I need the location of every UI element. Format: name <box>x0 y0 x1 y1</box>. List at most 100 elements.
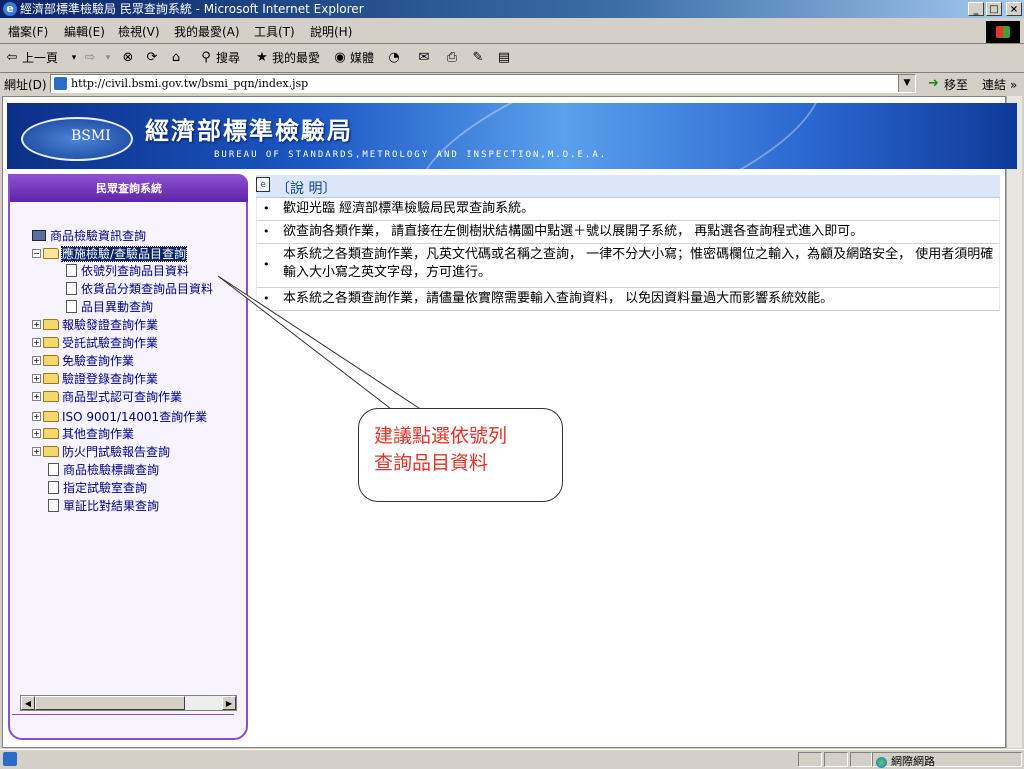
refresh-icon[interactable]: ⟳ <box>144 50 160 66</box>
tree-item-query-by-category[interactable]: 依貨品分類查詢品目資料 <box>66 280 213 297</box>
print-icon[interactable]: ⎙ <box>444 50 460 66</box>
folder-icon <box>43 428 59 439</box>
tree-item-label: 應施檢驗/查驗品目查詢 <box>60 246 188 262</box>
scroll-left-icon[interactable]: ◀ <box>21 696 35 710</box>
tree-horizontal-scrollbar[interactable]: ◀ ▶ <box>20 695 237 711</box>
address-url[interactable]: http://civil.bsmi.gov.tw/bsmi_pqn/index.… <box>71 77 308 90</box>
callout-box: 建議點選依號列 查詢品目資料 <box>358 408 563 502</box>
folder-icon <box>43 373 59 384</box>
address-dropdown-icon[interactable]: ▼ <box>898 75 915 92</box>
info-heading: e 〔說 明〕 <box>256 175 1000 198</box>
search-icon[interactable]: ⚲ <box>198 50 214 66</box>
expand-icon[interactable]: + <box>32 374 41 383</box>
favorites-icon[interactable]: ★ <box>254 50 270 66</box>
tree-item-label: 受託試驗查詢作業 <box>62 336 159 350</box>
tree-item-fire-door[interactable]: + 防火門試驗報告查詢 <box>32 443 170 460</box>
expand-icon[interactable]: + <box>32 338 41 347</box>
stop-icon[interactable]: ⊗ <box>120 50 136 66</box>
status-cell <box>824 752 848 767</box>
menu-favorites[interactable]: 我的最愛(A) <box>174 23 240 40</box>
tree-item-label: 報驗發證查詢作業 <box>62 318 159 332</box>
tree-item-label: 防火門試驗報告查詢 <box>62 445 171 459</box>
menu-help[interactable]: 說明(H) <box>310 23 352 40</box>
bullet-icon: • <box>263 292 270 305</box>
menu-tools[interactable]: 工具(T) <box>254 23 295 40</box>
forward-dropdown-icon[interactable]: ▾ <box>100 50 116 66</box>
tree-root[interactable]: 商品檢驗資訊查詢 <box>32 227 146 244</box>
internet-globe-icon <box>876 756 887 768</box>
favorites-button[interactable]: 我的最愛 <box>272 49 320 66</box>
tree-item-label: 指定試驗室查詢 <box>63 481 148 495</box>
forward-arrow-icon[interactable]: ⇨ <box>82 50 98 66</box>
tree-item-item-changes[interactable]: 品目異動查詢 <box>66 298 153 315</box>
sidebar-title: 民眾查詢系統 <box>10 176 248 202</box>
links-button[interactable]: 連結 » <box>982 76 1017 93</box>
tree-item-label: 驗證登錄查詢作業 <box>62 372 159 386</box>
back-arrow-icon[interactable]: ⇦ <box>4 50 20 66</box>
info-section: e 〔說 明〕 • 歡迎光臨 經濟部標準檢驗局民眾查詢系統。 • 欲查詢各類作業… <box>256 175 1000 311</box>
discuss-icon[interactable]: ▤ <box>496 50 512 66</box>
minimize-button[interactable]: _ <box>968 2 984 16</box>
maximize-button[interactable]: □ <box>986 2 1002 16</box>
tree-item-doc-comparison[interactable]: 單証比對結果查詢 <box>48 497 159 514</box>
address-bar: 網址(D) http://civil.bsmi.gov.tw/bsmi_pqn/… <box>0 73 1024 95</box>
tree-root-label: 商品檢驗資訊查詢 <box>50 229 147 243</box>
tree-item-label: 品目異動查詢 <box>81 300 154 314</box>
mail-icon[interactable]: ✉ <box>416 50 432 66</box>
media-button[interactable]: 媒體 <box>350 49 374 66</box>
info-row-text: 歡迎光臨 經濟部標準檢驗局民眾查詢系統。 <box>283 201 535 216</box>
tree-item-inspection-mark[interactable]: 商品檢驗標識查詢 <box>48 461 159 478</box>
info-doc-icon: e <box>256 177 270 192</box>
media-icon[interactable]: ◉ <box>332 50 348 66</box>
document-icon <box>48 481 59 494</box>
tree-item-iso[interactable]: + ISO 9001/14001查詢作業 <box>32 408 207 425</box>
windows-logo <box>986 21 1020 43</box>
tree-item-commissioned-test[interactable]: + 受託試驗查詢作業 <box>32 334 158 351</box>
status-zone-label: 網際網路 <box>891 755 935 768</box>
home-icon[interactable]: ⌂ <box>168 50 184 66</box>
info-row-text: 本系統之各類查詢作業，請儘量依實際需要輸入查詢資料， 以免因資料量過大而影響系統… <box>283 291 834 306</box>
vertical-scrollbar[interactable] <box>1006 96 1022 748</box>
info-row-text: 本系統之各類查詢作業，凡英文代碼或名稱之查詢， 一律不分大小寫；惟密碼欄位之輸入… <box>283 247 994 280</box>
tree-item-query-by-tariff[interactable]: 依號列查詢品目資料 <box>66 262 189 279</box>
collapse-icon[interactable]: − <box>32 249 41 258</box>
tree-item-inspection-cert[interactable]: + 報驗發證查詢作業 <box>32 316 158 333</box>
go-arrow-icon[interactable]: ➜ <box>928 76 939 91</box>
bsmi-logo-text: BSMI <box>71 128 111 144</box>
scroll-right-icon[interactable]: ▶ <box>222 696 236 710</box>
expand-icon[interactable]: + <box>32 392 41 401</box>
tree-item-designated-lab[interactable]: 指定試驗室查詢 <box>48 479 147 496</box>
address-input[interactable]: http://civil.bsmi.gov.tw/bsmi_pqn/index.… <box>50 74 916 93</box>
tree-item-exemption[interactable]: + 免驗查詢作業 <box>32 352 134 369</box>
expand-icon[interactable]: + <box>32 356 41 365</box>
tree-item-label: 依號列查詢品目資料 <box>81 264 190 278</box>
ie-icon: e <box>3 2 17 16</box>
expand-icon[interactable]: + <box>32 412 41 421</box>
tree-item-certification[interactable]: + 驗證登錄查詢作業 <box>32 370 158 387</box>
document-icon <box>66 282 77 295</box>
expand-icon[interactable]: + <box>32 429 41 438</box>
document-icon <box>66 300 77 313</box>
tree-item-other[interactable]: + 其他查詢作業 <box>32 425 134 442</box>
back-button[interactable]: 上一頁 <box>22 49 58 66</box>
close-button[interactable]: × <box>1006 2 1022 16</box>
expand-icon[interactable]: + <box>32 447 41 456</box>
search-button[interactable]: 搜尋 <box>216 49 240 66</box>
menu-file[interactable]: 檔案(F) <box>8 23 48 40</box>
menu-edit[interactable]: 編輯(E) <box>64 23 105 40</box>
scroll-thumb[interactable] <box>35 696 185 710</box>
window-titlebar: e 經濟部標準檢驗局 民眾查詢系統 - Microsoft Internet E… <box>0 0 1024 18</box>
folder-icon <box>43 337 59 348</box>
menu-view[interactable]: 檢視(V) <box>118 23 160 40</box>
tree-item-label: 商品檢驗標識查詢 <box>63 463 160 477</box>
document-icon <box>48 463 59 476</box>
edit-icon[interactable]: ✎ <box>470 50 486 66</box>
expand-icon[interactable]: + <box>32 320 41 329</box>
back-dropdown-icon[interactable]: ▾ <box>66 50 82 66</box>
tree-item-type-approval[interactable]: + 商品型式認可查詢作業 <box>32 388 182 405</box>
go-button[interactable]: 移至 <box>944 76 968 93</box>
history-icon[interactable]: ◔ <box>386 50 402 66</box>
folder-icon <box>43 319 59 330</box>
tree-item-inspection-items[interactable]: − 應施檢驗/查驗品目查詢 <box>32 245 188 262</box>
menu-bar: 檔案(F) 編輯(E) 檢視(V) 我的最愛(A) 工具(T) 說明(H) <box>0 19 1024 44</box>
